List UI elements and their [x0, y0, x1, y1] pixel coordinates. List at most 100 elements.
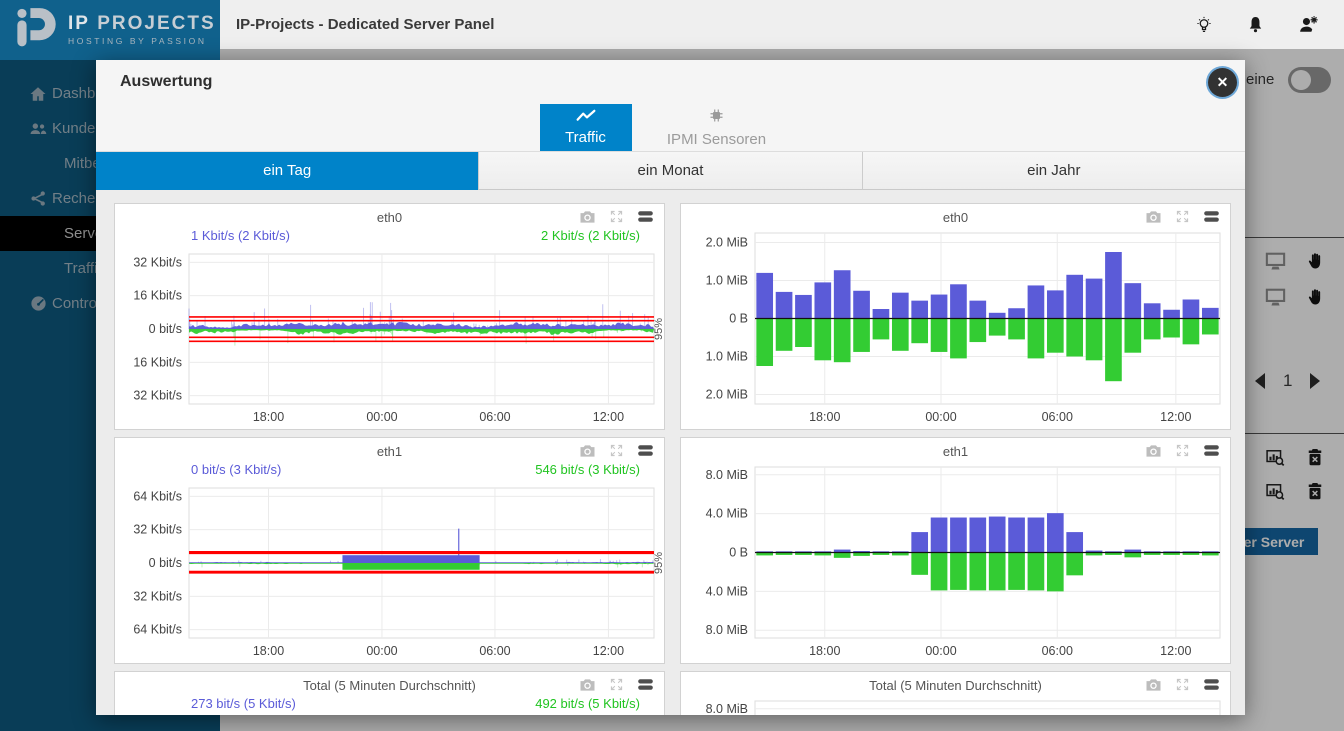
chart-plot: 8.0 MiB4.0 MiB0 B4.0 MiB8.0 MiB18:0000:0…: [681, 462, 1230, 663]
svg-text:95%: 95%: [653, 552, 664, 574]
svg-text:0 bit/s: 0 bit/s: [149, 322, 182, 336]
svg-text:32 Kbit/s: 32 Kbit/s: [133, 389, 182, 403]
tab-traffic[interactable]: Traffic: [540, 104, 632, 151]
chart-card-header: eth0: [681, 204, 1230, 228]
logo: IP PROJECTS HOSTING BY PASSION: [0, 0, 220, 60]
subtab-ein-monat[interactable]: ein Monat: [478, 152, 861, 190]
svg-text:4.0 MiB: 4.0 MiB: [706, 507, 748, 521]
svg-text:1.0 MiB: 1.0 MiB: [706, 350, 748, 364]
chart-menu-icon[interactable]: [1203, 678, 1220, 691]
chart-menu-icon[interactable]: [637, 210, 654, 223]
chart-toolbar: [579, 443, 654, 458]
svg-text:18:00: 18:00: [809, 644, 840, 658]
legend-outbound: 2 Kbit/s (2 Kbit/s): [541, 228, 640, 249]
chart-menu-icon[interactable]: [1203, 444, 1220, 457]
idea-icon[interactable]: [1195, 14, 1213, 36]
chart-legend: 1 Kbit/s (2 Kbit/s)2 Kbit/s (2 Kbit/s): [115, 228, 664, 249]
chart-toolbar: [1145, 209, 1220, 224]
chart-plot: 8.0 MiB4.0 MiB0 B4.0 MiB8.0 MiB: [681, 696, 1230, 715]
svg-text:0 B: 0 B: [729, 312, 748, 326]
chart-plot: 32 Kbit/s 16 Kbit/s 0 bit/s 16 Kbit/s 32 Kbi…: [115, 249, 664, 429]
charts-grid: eth01 Kbit/s (2 Kbit/s)2 Kbit/s (2 Kbit/…: [114, 203, 1231, 715]
svg-text:18:00: 18:00: [253, 644, 284, 658]
legend-outbound: 492 bit/s (5 Kbit/s): [535, 696, 640, 715]
logo-subtitle: HOSTING BY PASSION: [68, 37, 216, 46]
account-settings-icon[interactable]: [1298, 14, 1320, 35]
svg-text:00:00: 00:00: [925, 410, 956, 424]
svg-text:12:00: 12:00: [1160, 410, 1191, 424]
svg-text:12:00: 12:00: [593, 644, 624, 658]
chart-card-header: eth1: [115, 438, 664, 462]
snapshot-icon[interactable]: [1145, 444, 1162, 458]
fullscreen-icon[interactable]: [609, 443, 624, 458]
svg-text:16 Kbit/s: 16 Kbit/s: [133, 289, 182, 303]
logo-title-rest: PROJECTS: [90, 13, 216, 34]
svg-text:64 Kbit/s: 64 Kbit/s: [133, 489, 182, 503]
svg-text:1.0 MiB: 1.0 MiB: [706, 274, 748, 288]
chart-card: eth02.0 MiB1.0 MiB0 B1.0 MiB2.0 MiB18:00…: [680, 203, 1231, 430]
svg-text:16 Kbit/s: 16 Kbit/s: [133, 355, 182, 369]
chart-menu-icon[interactable]: [637, 678, 654, 691]
ip-projects-logo-icon: [12, 5, 58, 56]
svg-text:32 Kbit/s: 32 Kbit/s: [133, 523, 182, 537]
snapshot-icon[interactable]: [1145, 210, 1162, 224]
header-icons: [1195, 14, 1344, 36]
snapshot-icon[interactable]: [579, 210, 596, 224]
svg-text:06:00: 06:00: [1042, 644, 1073, 658]
tab-ipmi-sensoren[interactable]: IPMI Sensoren: [632, 104, 802, 151]
svg-text:18:00: 18:00: [809, 410, 840, 424]
app-title: IP-Projects - Dedicated Server Panel: [236, 16, 494, 33]
fullscreen-icon[interactable]: [1175, 443, 1190, 458]
chart-menu-icon[interactable]: [1203, 210, 1220, 223]
legend-inbound: 0 bit/s (3 Kbit/s): [191, 462, 281, 483]
subtab-ein-jahr[interactable]: ein Jahr: [862, 152, 1245, 190]
svg-text:00:00: 00:00: [366, 644, 397, 658]
svg-text:32 Kbit/s: 32 Kbit/s: [133, 589, 182, 603]
modal-tabs: TrafficIPMI Sensoren: [96, 104, 1245, 152]
chart-plot: 2.0 MiB1.0 MiB0 B1.0 MiB2.0 MiB18:0000:0…: [681, 228, 1230, 429]
app-root: IP PROJECTS HOSTING BY PASSION IP-Projec…: [0, 0, 1344, 731]
svg-text:06:00: 06:00: [479, 644, 510, 658]
chart-plot: 64 Kbit/s32 Kbit/s0 bit/s32 Kbit/s64 Kbi…: [115, 483, 664, 663]
chart-card-header: eth0: [115, 204, 664, 228]
fullscreen-icon[interactable]: [1175, 209, 1190, 224]
svg-text:06:00: 06:00: [1042, 410, 1073, 424]
notifications-icon[interactable]: [1246, 14, 1265, 35]
chart-card: eth10 bit/s (3 Kbit/s) 546 bit/s (3 Kbit/…: [114, 437, 665, 664]
top-header-bar: IP-Projects - Dedicated Server Panel: [220, 0, 1344, 49]
chart-toolbar: [1145, 443, 1220, 458]
chart-toolbar: [579, 677, 654, 692]
svg-text:00:00: 00:00: [366, 410, 397, 424]
fullscreen-icon[interactable]: [1175, 677, 1190, 692]
svg-text:8.0 MiB: 8.0 MiB: [706, 702, 748, 715]
logo-text: IP PROJECTS HOSTING BY PASSION: [68, 14, 216, 46]
fullscreen-icon[interactable]: [609, 209, 624, 224]
fullscreen-icon[interactable]: [609, 677, 624, 692]
snapshot-icon[interactable]: [579, 678, 596, 692]
subtab-ein-tag[interactable]: ein Tag: [96, 152, 478, 190]
svg-text:06:00: 06:00: [479, 410, 510, 424]
chart-card-header: Total (5 Minuten Durchschnitt): [681, 672, 1230, 696]
chart-card: eth18.0 MiB4.0 MiB0 B4.0 MiB8.0 MiB18:00…: [680, 437, 1231, 664]
svg-text:4.0 MiB: 4.0 MiB: [706, 584, 748, 598]
svg-text:32 Kbit/s: 32 Kbit/s: [133, 255, 182, 269]
chart-card: Total (5 Minuten Durchschnitt)273 bit/s …: [114, 671, 665, 715]
chart-toolbar: [579, 209, 654, 224]
svg-text:2.0 MiB: 2.0 MiB: [706, 388, 748, 402]
chart-menu-icon[interactable]: [637, 444, 654, 457]
modal-title: Auswertung: [120, 73, 212, 91]
chart-legend: 273 bit/s (5 Kbit/s) 492 bit/s (5 Kbit/s): [115, 696, 664, 715]
snapshot-icon[interactable]: [1145, 678, 1162, 692]
svg-text:95%: 95%: [653, 318, 664, 340]
close-icon[interactable]: ✕: [1208, 68, 1237, 97]
time-range-tabs: ein Tagein Monatein Jahr: [96, 152, 1245, 190]
svg-text:0 bit/s: 0 bit/s: [149, 556, 182, 570]
snapshot-icon[interactable]: [579, 444, 596, 458]
modal-header: Auswertung ✕: [96, 60, 1245, 104]
chip-icon: [708, 107, 725, 128]
charts-area: eth01 Kbit/s (2 Kbit/s)2 Kbit/s (2 Kbit/…: [96, 190, 1245, 715]
legend-outbound: 546 bit/s (3 Kbit/s): [535, 462, 640, 483]
legend-inbound: 273 bit/s (5 Kbit/s): [191, 696, 296, 715]
chart-card: Total (5 Minuten Durchschnitt)8.0 MiB4.0…: [680, 671, 1231, 715]
auswertung-modal: Auswertung ✕ TrafficIPMI Sensoren ein Ta…: [96, 60, 1245, 715]
